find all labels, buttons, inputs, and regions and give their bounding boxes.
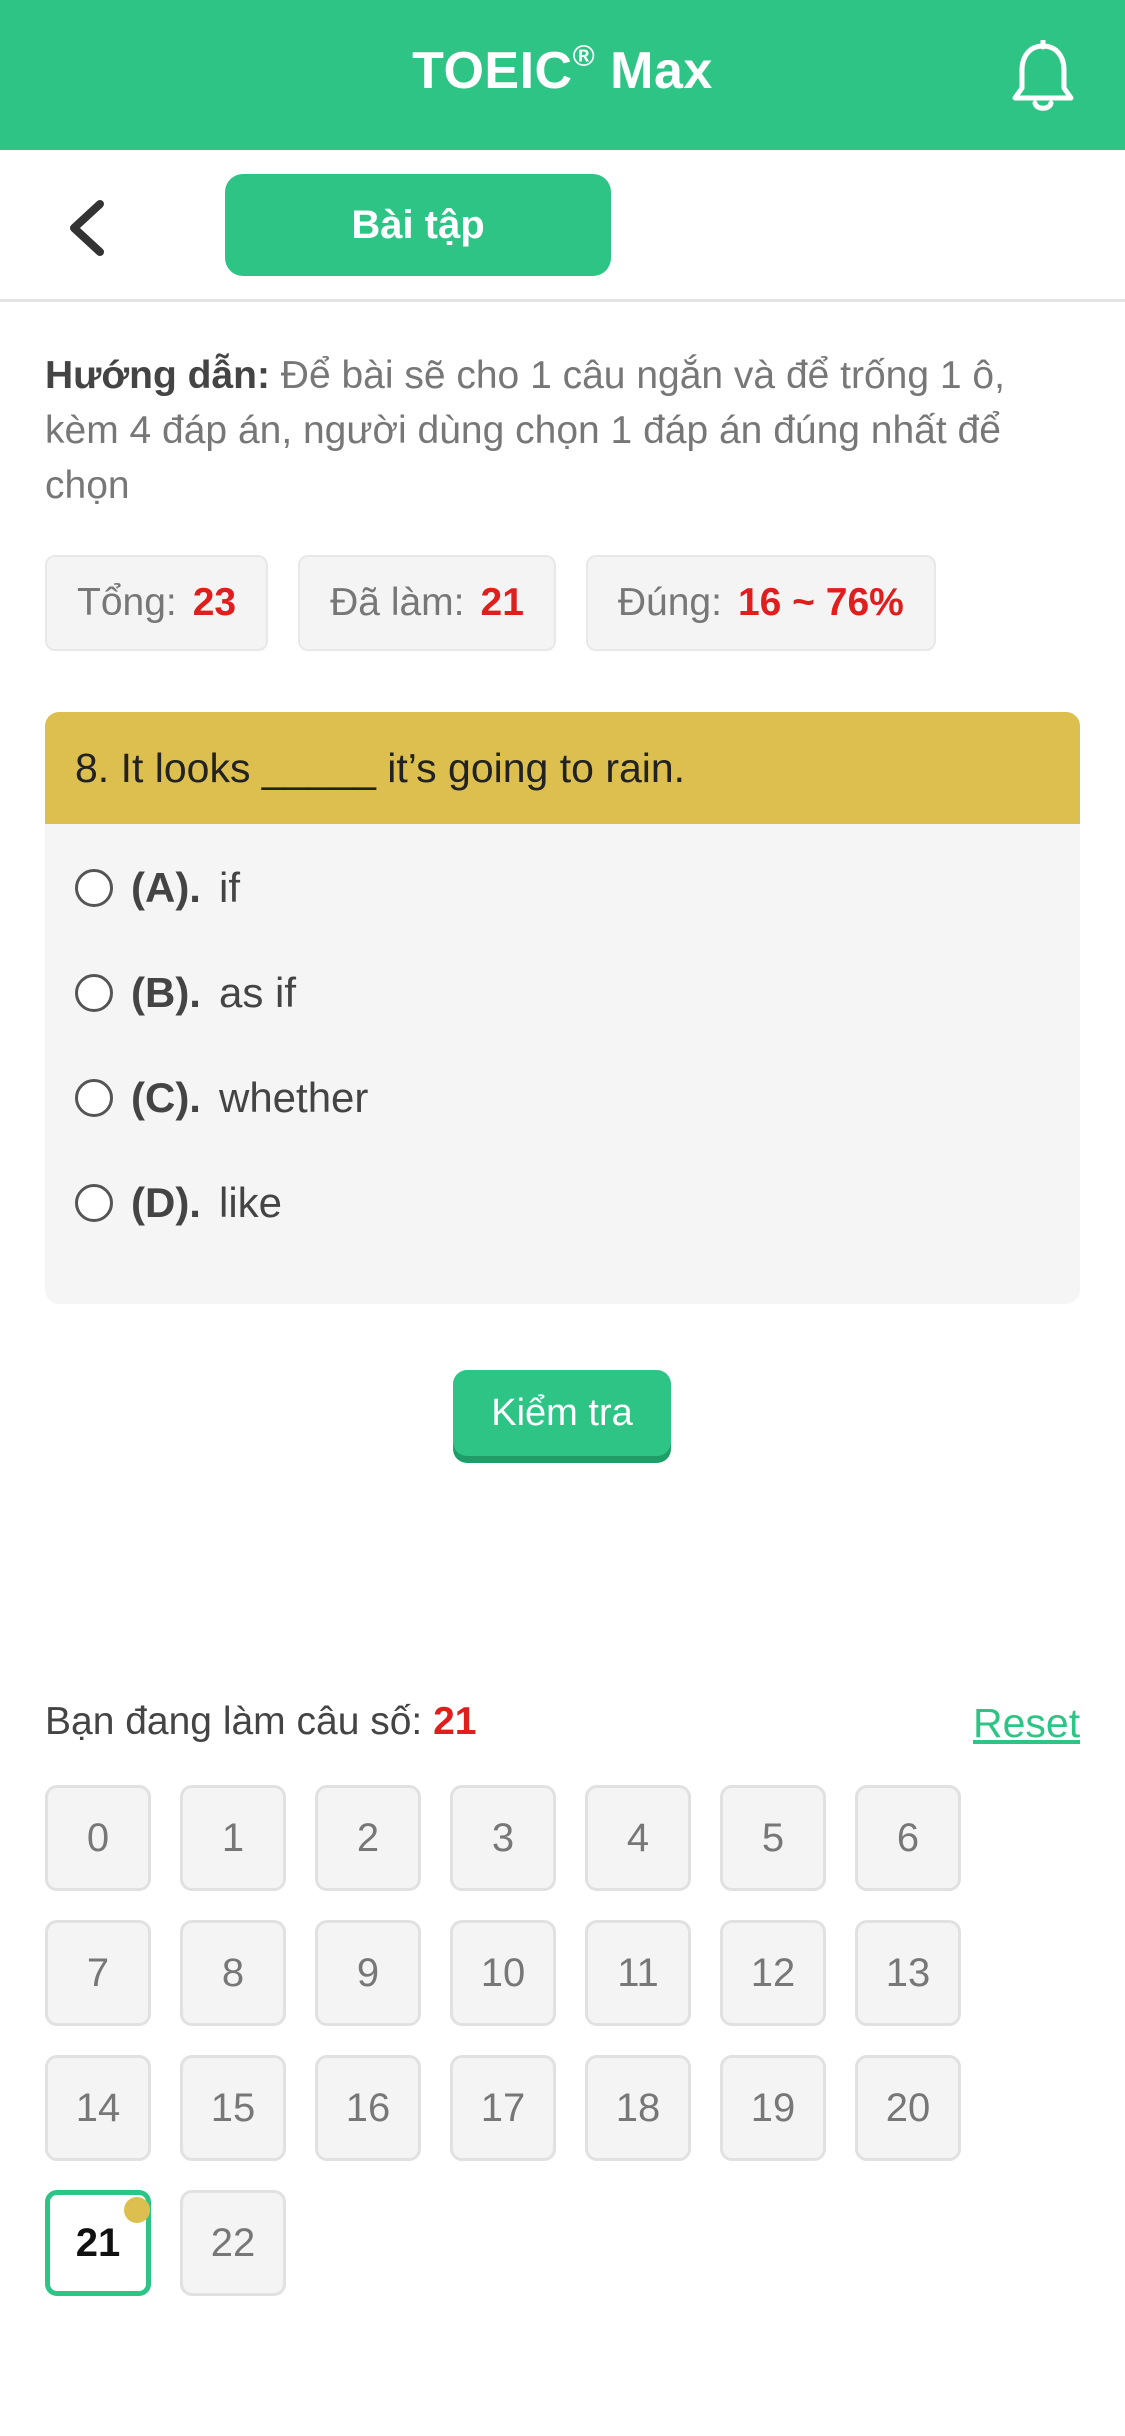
- question-number-cell[interactable]: 13: [855, 1920, 961, 2026]
- app-header: TOEIC® Max: [0, 0, 1125, 150]
- stat-done: Đã làm: 21: [298, 555, 556, 651]
- bell-icon[interactable]: [1010, 40, 1076, 114]
- question-number: 21: [75, 2220, 121, 2265]
- question-number-cell[interactable]: 16: [315, 2055, 421, 2161]
- question-number: 20: [885, 2085, 931, 2130]
- question-number-cell[interactable]: 1: [180, 1785, 286, 1891]
- question-number-cell[interactable]: 18: [585, 2055, 691, 2161]
- option-b[interactable]: (B). as if: [75, 963, 296, 1023]
- question-number-cell[interactable]: 5: [720, 1785, 826, 1891]
- sub-toolbar: Bài tập: [0, 150, 1125, 302]
- question-number: 22: [210, 2220, 256, 2265]
- stat-total: Tổng: 23: [45, 555, 269, 651]
- question-number-cell[interactable]: 4: [585, 1785, 691, 1891]
- question-number: 0: [86, 1815, 110, 1860]
- current-question-label: Bạn đang làm câu số: 21: [45, 1700, 477, 1743]
- question-number: 11: [617, 1950, 659, 1995]
- question-number: 18: [615, 2085, 661, 2130]
- question-number-cell[interactable]: 22: [180, 2190, 286, 2296]
- radio-button[interactable]: [75, 1079, 113, 1117]
- question-number-cell[interactable]: 15: [180, 2055, 286, 2161]
- check-button[interactable]: Kiểm tra: [453, 1370, 671, 1456]
- question-number-cell[interactable]: 10: [450, 1920, 556, 2026]
- question-number: 19: [750, 2085, 796, 2130]
- question-text: 8. It looks _____ it’s going to rain.: [45, 712, 1080, 824]
- question-number-cell[interactable]: 19: [720, 2055, 826, 2161]
- stats-row: Tổng: 23 Đã làm: 21 Đúng: 16 ~ 76%: [45, 555, 936, 651]
- question-number: 17: [480, 2085, 526, 2130]
- option-a[interactable]: (A). if: [75, 858, 240, 918]
- question-number-cell[interactable]: 11: [585, 1920, 691, 2026]
- app-title: TOEIC® Max: [412, 40, 713, 100]
- question-number-cell[interactable]: 20: [855, 2055, 961, 2161]
- question-number: 4: [626, 1815, 650, 1860]
- question-number: 5: [761, 1815, 785, 1860]
- current-indicator-dot: [124, 2197, 150, 2223]
- option-d[interactable]: (D). like: [75, 1173, 282, 1233]
- question-number: 6: [896, 1815, 920, 1860]
- question-number-cell[interactable]: 8: [180, 1920, 286, 2026]
- question-number-cell[interactable]: 9: [315, 1920, 421, 2026]
- question-number-cell[interactable]: 12: [720, 1920, 826, 2026]
- question-card: 8. It looks _____ it’s going to rain. (A…: [45, 712, 1080, 1304]
- radio-button[interactable]: [75, 974, 113, 1012]
- question-number-cell[interactable]: 7: [45, 1920, 151, 2026]
- question-number-cell[interactable]: 21: [45, 2190, 151, 2296]
- question-number: 7: [86, 1950, 110, 1995]
- question-number: 1: [221, 1815, 245, 1860]
- radio-button[interactable]: [75, 869, 113, 907]
- radio-button[interactable]: [75, 1184, 113, 1222]
- question-number: 9: [356, 1950, 380, 1995]
- question-number-cell[interactable]: 17: [450, 2055, 556, 2161]
- instructions: Hướng dẫn: Để bài sẽ cho 1 câu ngắn và đ…: [45, 354, 1005, 507]
- question-number: 8: [221, 1950, 245, 1995]
- question-number: 14: [75, 2085, 121, 2130]
- option-c[interactable]: (C). whether: [75, 1068, 368, 1128]
- question-number: 12: [750, 1950, 796, 1995]
- question-number: 13: [885, 1950, 931, 1995]
- question-number-cell[interactable]: 0: [45, 1785, 151, 1891]
- question-number-cell[interactable]: 3: [450, 1785, 556, 1891]
- question-number: 2: [356, 1815, 380, 1860]
- chevron-left-icon[interactable]: [62, 198, 112, 258]
- question-number-cell[interactable]: 2: [315, 1785, 421, 1891]
- question-number: 15: [210, 2085, 256, 2130]
- question-number: 16: [345, 2085, 391, 2130]
- question-number-cell[interactable]: 14: [45, 2055, 151, 2161]
- question-number-cell[interactable]: 6: [855, 1785, 961, 1891]
- question-number: 3: [491, 1815, 515, 1860]
- stat-correct: Đúng: 16 ~ 76%: [585, 555, 936, 651]
- question-number: 10: [480, 1950, 526, 1995]
- reset-link[interactable]: Reset: [973, 1700, 1080, 1747]
- tab-bai-tap[interactable]: Bài tập: [225, 174, 611, 276]
